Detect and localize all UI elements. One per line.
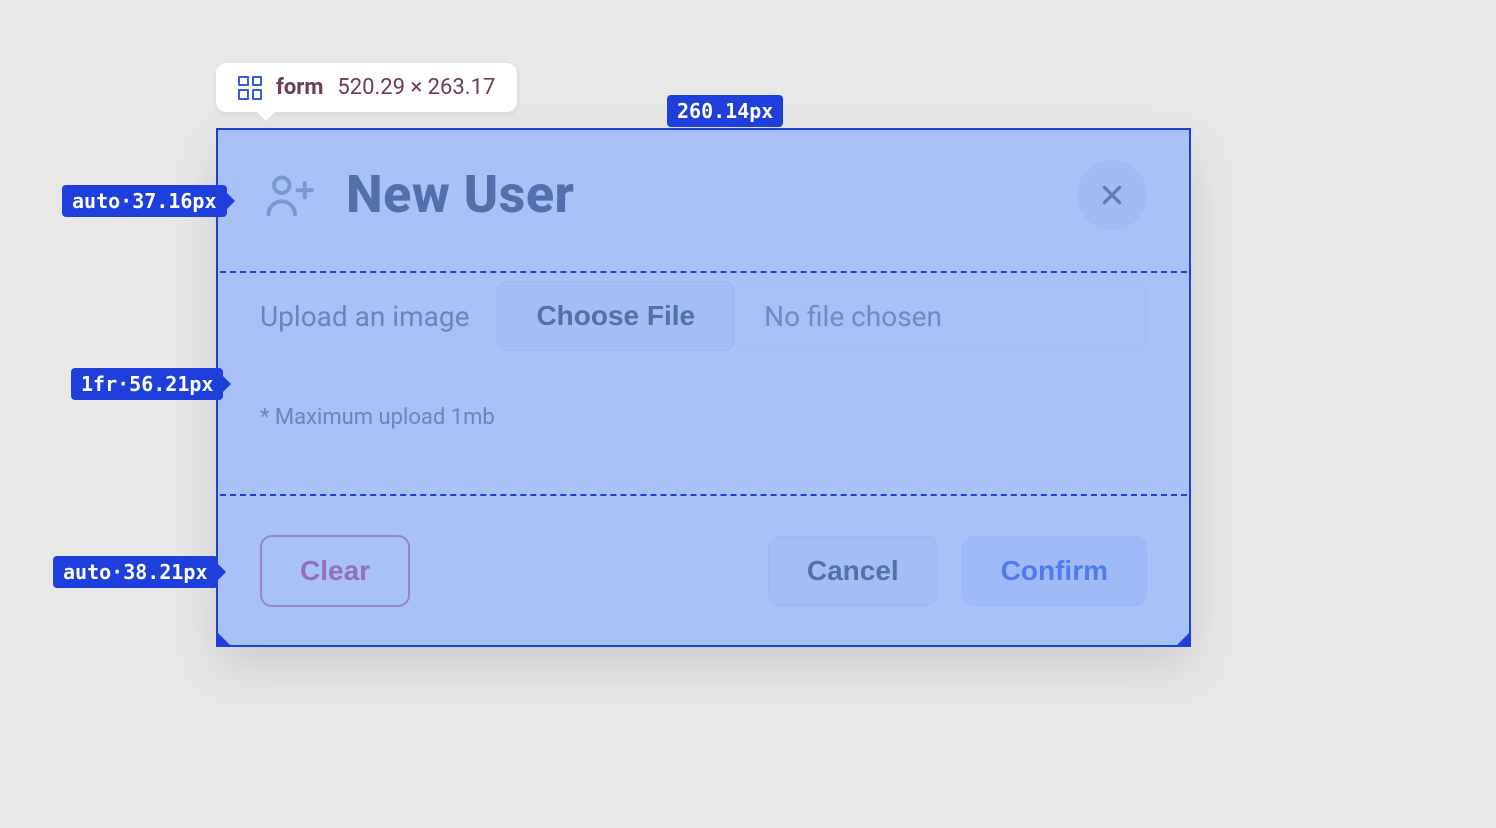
dialog-header: New User: [260, 164, 1147, 225]
confirm-button[interactable]: Confirm: [962, 536, 1147, 606]
upload-image-label: Upload an image: [260, 300, 469, 333]
grid-column-width-badge: 260.14px: [667, 95, 783, 127]
tooltip-dimensions: 520.29 × 263.17: [337, 75, 495, 100]
new-user-dialog: New User Upload an image Choose File No …: [216, 128, 1191, 647]
grid-icon: [238, 76, 262, 100]
file-input-group: Choose File No file chosen: [497, 281, 1147, 351]
new-user-dialog-wrap: New User Upload an image Choose File No …: [216, 128, 1191, 647]
tooltip-element-name: form: [276, 75, 323, 100]
close-button[interactable]: [1077, 160, 1147, 230]
dialog-body: Upload an image Choose File No file chos…: [260, 281, 1147, 430]
choose-file-button[interactable]: Choose File: [497, 281, 734, 351]
dialog-footer: Clear Cancel Confirm: [260, 535, 1147, 607]
grid-row-badge-3: auto·38.21px: [53, 556, 218, 588]
grid-row-badge-1: auto·37.16px: [62, 185, 227, 217]
upload-hint: * Maximum upload 1mb: [260, 405, 1147, 430]
user-plus-icon: [260, 166, 318, 224]
clear-button[interactable]: Clear: [260, 535, 410, 607]
file-chosen-status: No file chosen: [734, 281, 1147, 351]
inspect-tooltip: form 520.29 × 263.17: [216, 63, 517, 112]
footer-right-group: Cancel Confirm: [768, 536, 1147, 606]
cancel-button[interactable]: Cancel: [768, 536, 938, 606]
upload-row: Upload an image Choose File No file chos…: [260, 281, 1147, 351]
grid-row-badge-2: 1fr·56.21px: [71, 368, 223, 400]
close-icon: [1099, 182, 1125, 208]
dialog-title: New User: [346, 164, 574, 225]
